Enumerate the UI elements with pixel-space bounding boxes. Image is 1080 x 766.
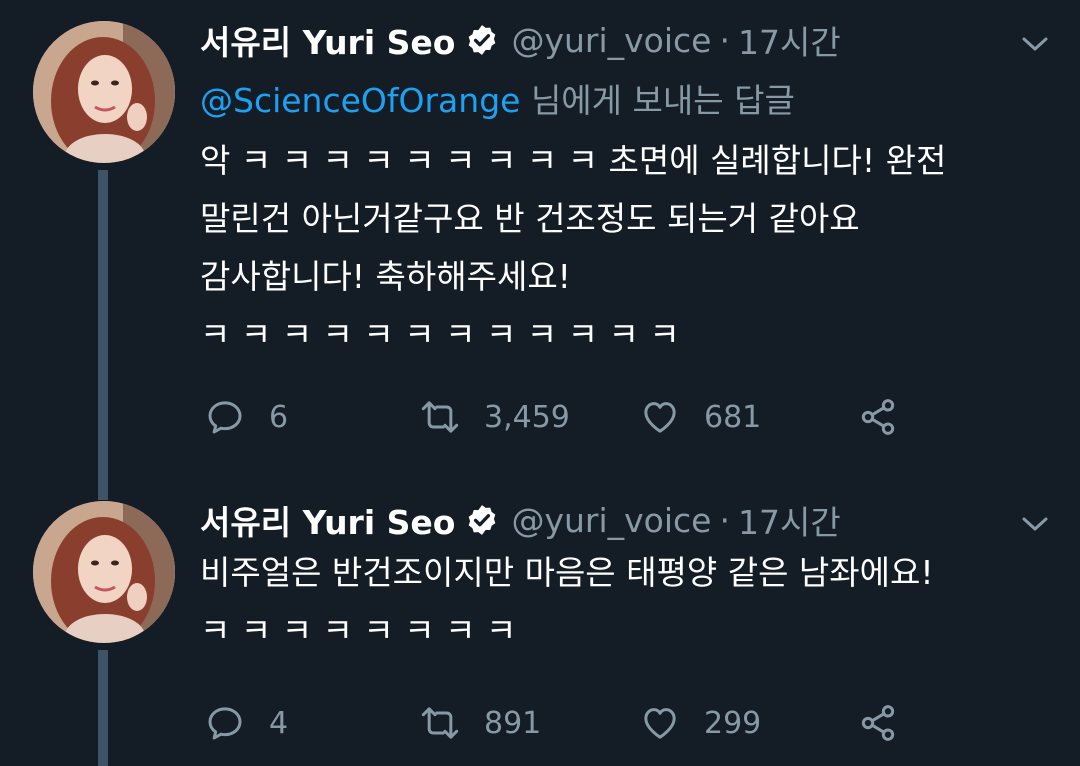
separator-dot: · bbox=[719, 20, 730, 60]
heart-icon bbox=[644, 708, 676, 739]
like-button[interactable]: 681 bbox=[640, 392, 761, 442]
tweet-text-line: ㅋ ㅋ ㅋ ㅋ ㅋ ㅋ ㅋ ㅋ bbox=[200, 611, 517, 650]
reply-to-suffix: 님에게 보내는 답글 bbox=[520, 81, 795, 120]
avatar-image bbox=[33, 21, 175, 163]
reply-icon bbox=[208, 707, 242, 740]
tweet-text-line: 감사합니다! 축하해주세요! bbox=[200, 257, 571, 296]
retweet-icon bbox=[421, 707, 459, 739]
reply-to-line: @ScienceOfOrange 님에게 보내는 답글 bbox=[200, 74, 795, 122]
share-icon bbox=[861, 705, 895, 741]
share-icon bbox=[861, 399, 895, 435]
like-count: 681 bbox=[704, 399, 762, 435]
tweet[interactable]: 서유리 Yuri Seo @yuri_voice · 17시간 @Science… bbox=[0, 18, 1080, 500]
tweet-text: 악 ㅋ ㅋ ㅋ ㅋ ㅋ ㅋ ㅋ ㅋ ㅋ 초면에 실례합니다! 완전 말린건 아닌… bbox=[200, 132, 946, 364]
timestamp[interactable]: 17시간 bbox=[738, 16, 841, 64]
avatar[interactable] bbox=[33, 501, 175, 643]
avatar-image bbox=[33, 501, 175, 643]
tweet-actions: 4 891 299 bbox=[205, 698, 925, 748]
retweet-icon bbox=[421, 401, 459, 433]
tweet-text-line: 악 ㅋ ㅋ ㅋ ㅋ ㅋ ㅋ ㅋ ㅋ ㅋ 초면에 실례합니다! 완전 bbox=[200, 141, 947, 180]
tweet-text-line: 비주얼은 반건조이지만 마음은 태평양 같은 남좌에요! bbox=[200, 553, 934, 592]
verified-badge-icon bbox=[469, 505, 496, 535]
retweet-button[interactable]: 891 bbox=[420, 698, 541, 748]
share-button[interactable] bbox=[858, 698, 898, 748]
tweet-header: 서유리 Yuri Seo @yuri_voice · 17시간 bbox=[200, 12, 841, 68]
reply-button[interactable]: 4 bbox=[205, 698, 288, 748]
retweet-count: 3,459 bbox=[484, 399, 570, 435]
tweet-actions: 6 3,459 681 bbox=[205, 392, 925, 442]
like-count: 299 bbox=[704, 705, 762, 741]
tweet-feed: 서유리 Yuri Seo @yuri_voice · 17시간 @Science… bbox=[0, 0, 1080, 766]
share-button[interactable] bbox=[858, 392, 898, 442]
retweet-button[interactable]: 3,459 bbox=[420, 392, 570, 442]
author-name[interactable]: 서유리 Yuri Seo bbox=[200, 496, 455, 544]
retweet-count: 891 bbox=[484, 705, 542, 741]
chevron-down-icon[interactable] bbox=[1020, 34, 1050, 54]
reply-count: 4 bbox=[269, 705, 289, 741]
reply-icon bbox=[208, 401, 242, 434]
author-handle[interactable]: @yuri_voice bbox=[511, 501, 711, 540]
tweet-text: 비주얼은 반건조이지만 마음은 태평양 같은 남좌에요! ㅋ ㅋ ㅋ ㅋ ㅋ ㅋ… bbox=[200, 544, 934, 660]
tweet[interactable]: 서유리 Yuri Seo @yuri_voice · 17시간 비주얼은 반건조… bbox=[0, 498, 1080, 766]
thread-line bbox=[98, 650, 108, 766]
author-name[interactable]: 서유리 Yuri Seo bbox=[200, 16, 455, 64]
like-button[interactable]: 299 bbox=[640, 698, 761, 748]
reply-to-mention[interactable]: @ScienceOfOrange bbox=[200, 81, 520, 120]
reply-button[interactable]: 6 bbox=[205, 392, 288, 442]
reply-count: 6 bbox=[269, 399, 289, 435]
timestamp[interactable]: 17시간 bbox=[738, 496, 841, 544]
author-handle[interactable]: @yuri_voice bbox=[511, 21, 711, 60]
tweet-text-line: ㅋ ㅋ ㅋ ㅋ ㅋ ㅋ ㅋ ㅋ ㅋ ㅋ ㅋ ㅋ bbox=[200, 315, 680, 354]
tweet-text-line: 말린건 아닌거같구요 반 건조정도 되는거 같아요 bbox=[200, 199, 860, 238]
thread-line bbox=[98, 170, 108, 500]
heart-icon bbox=[644, 402, 676, 433]
chevron-down-icon[interactable] bbox=[1020, 514, 1050, 534]
verified-badge-icon bbox=[469, 25, 496, 55]
separator-dot: · bbox=[719, 500, 730, 540]
avatar[interactable] bbox=[33, 21, 175, 163]
tweet-header: 서유리 Yuri Seo @yuri_voice · 17시간 bbox=[200, 492, 841, 548]
